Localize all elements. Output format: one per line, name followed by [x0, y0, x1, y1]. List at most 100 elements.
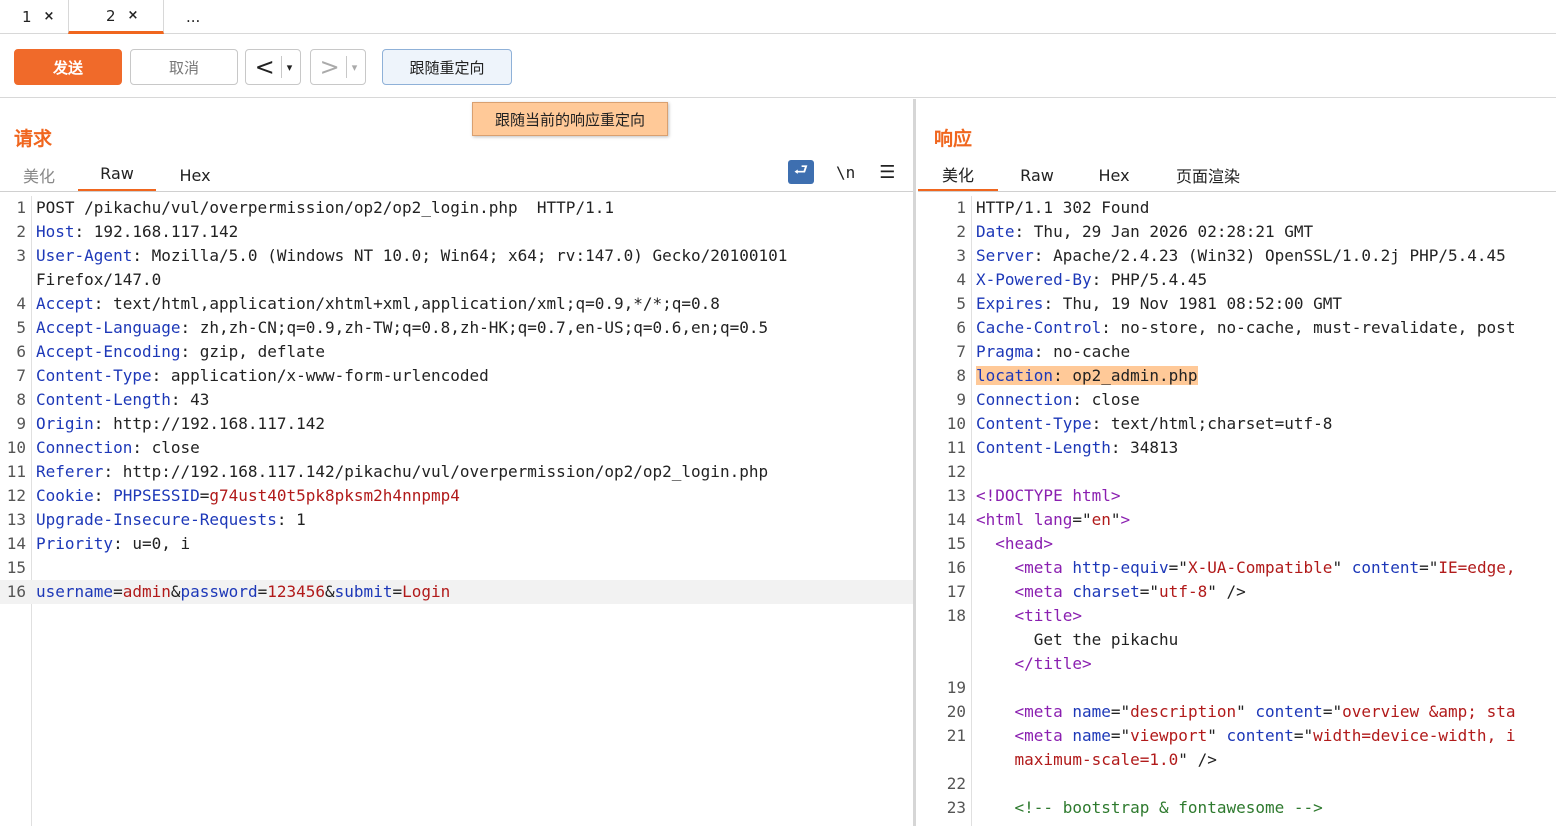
tab-label: 1: [22, 7, 32, 26]
line-number: 15: [946, 534, 966, 553]
line-number: 14: [946, 510, 966, 529]
chevron-left-icon: <: [254, 53, 275, 81]
close-icon[interactable]: ×: [44, 9, 55, 24]
pane-splitter[interactable]: [913, 99, 916, 826]
line-text: <title>: [1014, 606, 1082, 625]
tab-hex[interactable]: Hex: [156, 158, 234, 192]
code-line: 16 <meta http-equiv="X-UA-Compatible" co…: [918, 556, 1556, 580]
line-text: Content-Type: text/html;charset=utf-8: [976, 414, 1333, 433]
line-number: 1: [956, 198, 966, 217]
line-text: Upgrade-Insecure-Requests: 1: [36, 510, 306, 529]
back-button[interactable]: < ▾: [245, 49, 301, 85]
line-number: 15: [6, 558, 26, 577]
code-line: Get the pikachu: [918, 628, 1556, 652]
line-number: 10: [6, 438, 26, 457]
line-number: 12: [946, 462, 966, 481]
line-number: 2: [16, 222, 26, 241]
line-text: </title>: [1014, 654, 1092, 673]
line-number: 17: [946, 582, 966, 601]
code-line: 2 Date: Thu, 29 Jan 2026 02:28:21 GMT: [918, 220, 1556, 244]
code-line: 9 Connection: close: [918, 388, 1556, 412]
forward-button[interactable]: > ▾: [310, 49, 366, 85]
code-line: 8 Content-Length: 43: [0, 388, 913, 412]
tab-2[interactable]: 2 ×: [68, 0, 164, 34]
toolbar: 发送 取消 < ▾ > ▾ 跟随重定向: [0, 34, 1556, 98]
response-editor[interactable]: 1 HTTP/1.1 302 Found 2 Date: Thu, 29 Jan 20…: [918, 196, 1556, 826]
line-number: 14: [6, 534, 26, 553]
line-text: Accept: text/html,application/xhtml+xml,…: [36, 294, 720, 313]
chevron-down-icon[interactable]: ▾: [282, 61, 298, 74]
code-line: 3 User-Agent: Mozilla/5.0 (Windows NT 10.…: [0, 244, 913, 268]
tab-raw[interactable]: Raw: [998, 158, 1076, 192]
code-line: 1 HTTP/1.1 302 Found: [918, 196, 1556, 220]
line-text: Expires: Thu, 19 Nov 1981 08:52:00 GMT: [976, 294, 1343, 313]
code-line: 18 <title>: [918, 604, 1556, 628]
line-text: <meta name="viewport" content="width=dev…: [1014, 726, 1516, 745]
line-number: 7: [956, 342, 966, 361]
line-number: 4: [956, 270, 966, 289]
line-number: 5: [16, 318, 26, 337]
line-number: 2: [956, 222, 966, 241]
tab-pretty[interactable]: 美化: [0, 158, 78, 192]
editor-tab-bar: 1 × 2 × ...: [0, 0, 1556, 34]
tab-raw[interactable]: Raw: [78, 158, 156, 192]
code-line: 16 username=admin&password=123456&submit=…: [0, 580, 913, 604]
code-line: 4 X-Powered-By: PHP/5.4.45: [918, 268, 1556, 292]
line-number: 3: [956, 246, 966, 265]
tab-new[interactable]: ...: [186, 0, 200, 33]
code-line: 10 Content-Type: text/html;charset=utf-8: [918, 412, 1556, 436]
line-number: 10: [946, 414, 966, 433]
menu-icon[interactable]: ☰: [879, 162, 895, 183]
chevron-right-icon: >: [319, 53, 340, 81]
response-title: 响应: [934, 128, 973, 150]
tab-hex[interactable]: Hex: [1076, 158, 1152, 192]
line-number: 11: [6, 462, 26, 481]
line-text: Content-Length: 34813: [976, 438, 1179, 457]
request-editor[interactable]: 1 POST /pikachu/vul/overpermission/op2/op…: [0, 196, 913, 826]
tab-underline: [0, 191, 913, 192]
line-text: <meta name="description" content="overvi…: [1014, 702, 1516, 721]
tab-1[interactable]: 1 ×: [22, 0, 54, 33]
line-text: Cache-Control: no-store, no-cache, must-…: [976, 318, 1516, 337]
chevron-down-icon[interactable]: ▾: [347, 61, 363, 74]
code-line: 21 <meta name="viewport" content="width=…: [918, 724, 1556, 748]
code-line: 19: [918, 676, 1556, 700]
line-number: 8: [956, 366, 966, 385]
line-text: Content-Length: 43: [36, 390, 210, 409]
wrap-icon[interactable]: ⮐: [788, 160, 814, 184]
line-text: Server: Apache/2.4.23 (Win32) OpenSSL/1.…: [976, 246, 1506, 265]
code-line: 14 Priority: u=0, i: [0, 532, 913, 556]
tab-render[interactable]: 页面渲染: [1152, 158, 1264, 192]
code-line: 2 Host: 192.168.117.142: [0, 220, 913, 244]
follow-redirect-button[interactable]: 跟随重定向: [382, 49, 512, 85]
newline-icon[interactable]: \n: [836, 163, 855, 182]
line-number: 13: [946, 486, 966, 505]
line-text: Referer: http://192.168.117.142/pikachu/…: [36, 462, 769, 481]
line-text: Get the pikachu: [976, 630, 1179, 649]
code-line: 7 Content-Type: application/x-www-form-ur…: [0, 364, 913, 388]
line-number: 6: [956, 318, 966, 337]
cancel-button[interactable]: 取消: [130, 49, 238, 85]
line-text: Accept-Encoding: gzip, deflate: [36, 342, 325, 361]
code-line: 6 Accept-Encoding: gzip, deflate: [0, 340, 913, 364]
line-text: Firefox/147.0: [36, 270, 162, 289]
code-line: 6 Cache-Control: no-store, no-cache, must…: [918, 316, 1556, 340]
line-number: 12: [6, 486, 26, 505]
line-number: 1: [16, 198, 26, 217]
close-icon[interactable]: ×: [128, 8, 139, 23]
line-number: 16: [6, 582, 26, 601]
send-button[interactable]: 发送: [14, 49, 122, 85]
line-number: 3: [16, 246, 26, 265]
code-line: 15: [0, 556, 913, 580]
line-text: username=admin&password=123456&submit=Lo…: [36, 582, 451, 601]
tab-label: 2: [106, 6, 116, 25]
line-text: maximum-scale=1.0" />: [1014, 750, 1217, 769]
tab-pretty[interactable]: 美化: [918, 158, 998, 192]
line-number: 19: [946, 678, 966, 697]
line-text: location: op2_admin.php: [976, 366, 1198, 385]
tab-label: ...: [186, 7, 201, 26]
line-text: Origin: http://192.168.117.142: [36, 414, 325, 433]
code-line: maximum-scale=1.0" />: [918, 748, 1556, 772]
code-line: 3 Server: Apache/2.4.23 (Win32) OpenSSL/1…: [918, 244, 1556, 268]
line-number: 8: [16, 390, 26, 409]
